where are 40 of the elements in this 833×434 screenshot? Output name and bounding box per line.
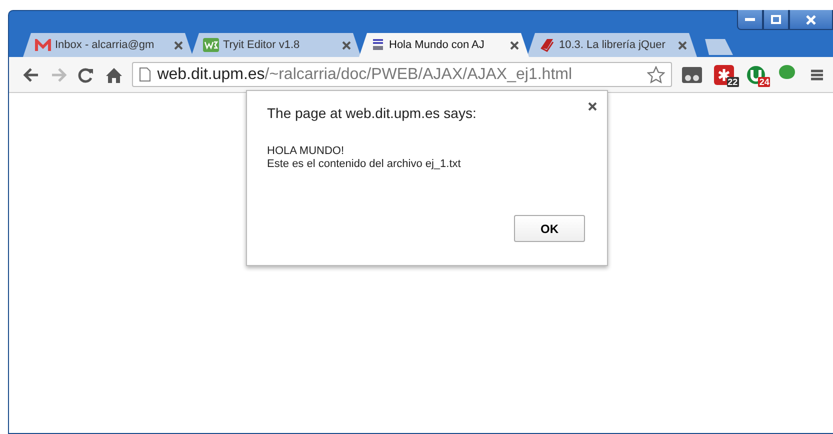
count-badge: 24	[758, 76, 770, 86]
dialog-title: The page at web.dit.upm.es says:	[267, 105, 478, 121]
close-icon	[342, 40, 351, 50]
browser-tab[interactable]: Tryit Editor v1.8	[191, 33, 361, 57]
minimize-button[interactable]	[737, 10, 763, 30]
book-icon	[539, 38, 555, 52]
tab-title: Inbox - alcarria@gm	[55, 39, 156, 51]
dialog-message: Este es el contenido del archivo ej_1.txt	[267, 158, 462, 171]
close-icon	[510, 40, 519, 50]
extension-button[interactable]: 22	[712, 62, 736, 86]
browser-tab[interactable]: Hola Mundo con AJ	[359, 33, 529, 57]
maximize-button[interactable]	[763, 10, 789, 30]
tab-close-button[interactable]	[678, 40, 687, 50]
page-icon	[139, 67, 152, 82]
tab-close-button[interactable]	[174, 40, 183, 50]
url-text: web.dit.upm.es/~ralcarria/doc/PWEB/AJAX/AJAX_ej1.html	[157, 66, 574, 84]
tab-close-button[interactable]	[342, 40, 351, 50]
dialog-message: HOLA MUNDO!	[267, 145, 346, 158]
tab-title: 10.3. La librería jQuer	[559, 39, 666, 51]
close-button[interactable]	[789, 10, 833, 30]
mail-icon	[35, 39, 51, 51]
browser-tab[interactable]: Inbox - alcarria@gm	[23, 33, 193, 57]
close-icon	[588, 102, 597, 111]
tab-title: Tryit Editor v1.8	[223, 39, 301, 51]
tab-title: Hola Mundo con AJ	[389, 39, 486, 51]
star-icon[interactable]	[647, 66, 666, 84]
minimize-icon	[745, 18, 755, 22]
close-icon	[806, 14, 816, 24]
glasses-icon	[682, 66, 702, 82]
menu-icon	[811, 68, 824, 80]
maximize-icon	[771, 15, 781, 24]
close-icon	[678, 40, 687, 50]
browser-tab[interactable]: 10.3. La librería jQuer	[527, 33, 697, 57]
logo-icon	[203, 38, 219, 52]
tab-close-button[interactable]	[510, 40, 519, 50]
close-icon	[174, 40, 183, 50]
logo-icon	[371, 38, 385, 52]
ok-button[interactable]: OK	[514, 215, 585, 242]
extension-button[interactable]: 24	[744, 62, 768, 86]
address-bar[interactable]: web.dit.upm.es/~ralcarria/doc/PWEB/AJAX/AJAX_ej1.html	[132, 62, 672, 87]
